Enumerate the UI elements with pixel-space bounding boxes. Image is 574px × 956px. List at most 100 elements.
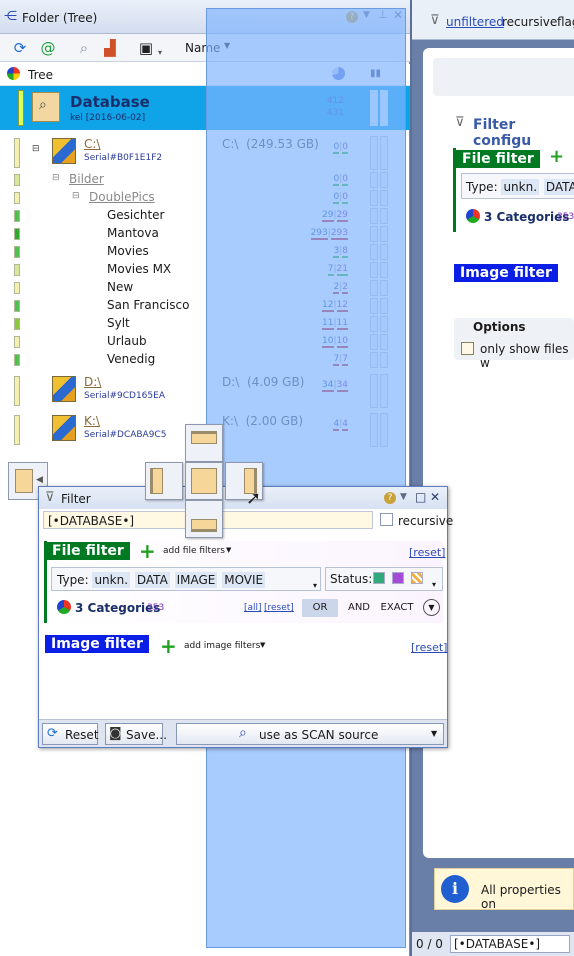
info-text: All properties on	[481, 883, 561, 911]
floppy-icon: ◙	[109, 726, 122, 741]
size-bar	[14, 174, 20, 186]
add-file-filters-link[interactable]: add file filters	[163, 546, 225, 556]
expand-toggle-icon[interactable]: ⊟	[32, 144, 40, 154]
drive-icon	[52, 415, 76, 441]
source-value: [•DATABASE•]	[48, 514, 135, 528]
tree-item-label[interactable]: San Francisco	[107, 298, 189, 312]
dock-center-guide[interactable]	[185, 462, 223, 500]
tree-item-label[interactable]: Mantova	[107, 226, 159, 240]
database-bar	[18, 90, 24, 126]
recursive-checkbox[interactable]	[380, 513, 393, 526]
database-title: Database	[70, 93, 150, 111]
categories-reset-link[interactable]: [reset]	[264, 603, 294, 613]
type-chip-unkn[interactable]: unkn.	[92, 572, 131, 588]
image-filter-label: Image filter	[454, 264, 558, 282]
dock-left-inner-icon	[150, 468, 163, 494]
type-label: Type:	[466, 180, 498, 194]
logic-or-button[interactable]: OR	[302, 599, 338, 617]
type-chip-movie[interactable]: MOVIE	[222, 572, 266, 588]
filter-window[interactable]: ⊽ Filter ? ▼ □ ✕ [•DATABASE•] recursive …	[38, 486, 453, 748]
filter-config-icon: ⊽	[455, 115, 465, 130]
tree-item-label[interactable]: D:\	[84, 375, 101, 389]
colors-icon[interactable]: ▟	[100, 38, 120, 58]
type-chip[interactable]: unkn.	[501, 179, 540, 195]
panel-title: Folder (Tree)	[22, 11, 98, 25]
tree-item-label[interactable]: DoublePics	[89, 190, 155, 204]
size-bar	[14, 300, 20, 312]
type-chip-image[interactable]: IMAGE	[174, 572, 218, 588]
magnifier-icon[interactable]: ⌕	[74, 38, 94, 58]
type-chip-data[interactable]: DATA	[134, 572, 170, 588]
status-box[interactable]: Status: ▾	[325, 567, 443, 591]
size-bar	[14, 192, 20, 204]
status-striped-chip[interactable]	[411, 572, 423, 584]
refresh-icon[interactable]: ⟳	[10, 38, 30, 58]
categories-count: 353	[147, 603, 165, 613]
logic-and-button[interactable]: AND	[341, 599, 377, 617]
add-icon[interactable]: +	[139, 539, 156, 563]
size-bar	[14, 336, 20, 348]
close-icon[interactable]: ✕	[430, 490, 440, 504]
status-label: Status:	[330, 572, 373, 586]
tab-flag[interactable]: flag	[557, 15, 574, 29]
tab-unfiltered[interactable]: unfiltered	[446, 15, 504, 29]
expand-icon[interactable]: ▼	[423, 599, 440, 616]
dropdown-icon[interactable]: ▼	[400, 492, 407, 502]
tree-icon: ⋲	[4, 9, 17, 24]
dock-left-icon	[15, 469, 33, 493]
tab-recursive[interactable]: recursive	[502, 15, 557, 29]
drive-icon	[52, 138, 76, 164]
dock-left-inner-guide[interactable]	[145, 462, 183, 500]
spiral-icon[interactable]: @	[38, 38, 58, 58]
file-filter-label: File filter	[456, 150, 540, 168]
type-box[interactable]: Type: unkn. DATA IMAGE MOVIE	[51, 567, 321, 591]
chevron-down-icon[interactable]: ▼	[260, 641, 265, 649]
categories-icon	[466, 209, 480, 223]
toolbar-overflow-icon[interactable]: ▾	[158, 48, 162, 57]
add-image-filters-link[interactable]: add image filters	[184, 641, 260, 651]
tree-item-label[interactable]: Bilder	[69, 172, 104, 186]
help-icon[interactable]: ?	[384, 492, 396, 504]
add-icon[interactable]: +	[549, 146, 564, 167]
only-show-checkbox[interactable]	[461, 342, 474, 355]
chevron-down-icon[interactable]: ▼	[431, 729, 437, 738]
dock-top-icon	[191, 431, 217, 444]
size-bar	[14, 318, 20, 330]
size-bar	[14, 415, 20, 445]
file-filter-reset[interactable]: [reset]	[409, 546, 445, 559]
status-green-chip[interactable]	[373, 572, 385, 584]
database-subtitle: kel [2016-06-02]	[70, 113, 146, 123]
type-box: Type: unkn. DATA I	[461, 173, 574, 199]
tree-item-label[interactable]: Venedig	[107, 352, 155, 366]
status-purple-chip[interactable]	[392, 572, 404, 584]
tree-item-label[interactable]: Movies	[107, 244, 149, 258]
expand-toggle-icon[interactable]: ⊟	[52, 173, 60, 183]
tree-item-label[interactable]: Gesichter	[107, 208, 165, 222]
type-overflow-icon[interactable]: ▾	[313, 581, 317, 590]
expand-toggle-icon[interactable]: ⊟	[72, 191, 80, 201]
tree-item-label[interactable]: Sylt	[107, 316, 130, 330]
dock-bottom-guide[interactable]	[185, 500, 223, 538]
tree-item-label[interactable]: Urlaub	[107, 334, 147, 348]
save-button[interactable]: ◙ Save...	[105, 723, 167, 745]
logic-exact-button[interactable]: EXACT	[377, 599, 417, 617]
maximize-icon[interactable]: □	[415, 490, 426, 504]
tree-item-label[interactable]: New	[107, 280, 133, 294]
add-icon[interactable]: +	[160, 634, 177, 658]
type-chip[interactable]: DATA	[543, 179, 574, 195]
chevron-down-icon[interactable]: ▼	[226, 546, 231, 554]
categories-icon	[57, 600, 71, 614]
categories-all-link[interactable]: [all]	[244, 603, 262, 613]
reset-button-label: Reset	[65, 728, 99, 742]
reset-button[interactable]: ⟳ Reset	[42, 723, 99, 745]
scan-source-button[interactable]: ⌕ use as SCAN source ▼	[176, 723, 444, 745]
tree-item-label[interactable]: K:\	[84, 414, 100, 428]
dock-top-guide[interactable]	[185, 424, 223, 462]
dock-center-icon	[191, 468, 217, 494]
tree-item-label[interactable]: C:\	[84, 137, 100, 151]
monitor-icon[interactable]: ▣	[136, 38, 156, 58]
magnifier-icon: ⌕	[239, 725, 247, 741]
status-overflow-icon[interactable]: ▾	[432, 580, 436, 589]
image-filter-reset[interactable]: [reset]	[411, 641, 447, 654]
tree-item-label[interactable]: Movies MX	[107, 262, 171, 276]
